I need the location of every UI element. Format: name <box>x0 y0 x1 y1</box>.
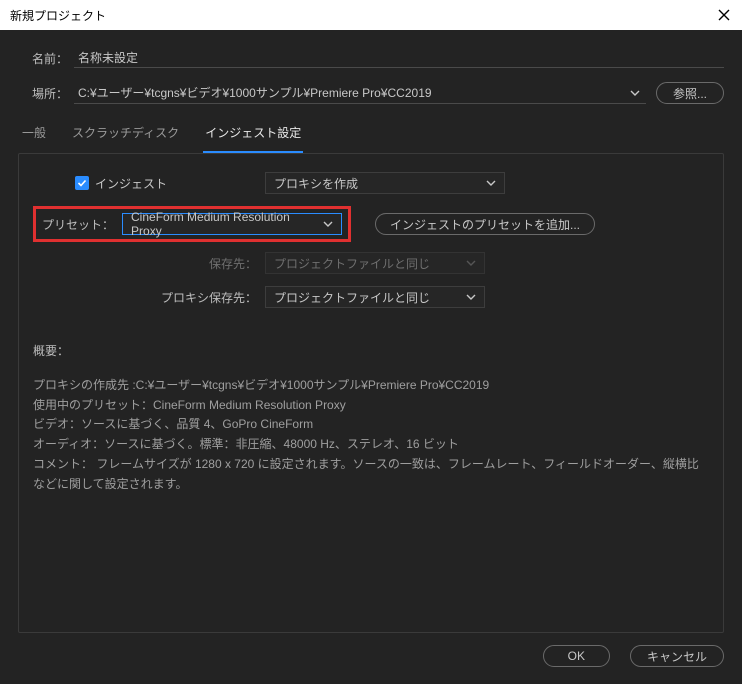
add-ingest-preset-button[interactable]: インジェストのプリセットを追加... <box>375 213 595 235</box>
proxy-save-to-value: プロジェクトファイルと同じ <box>274 289 430 306</box>
browse-button[interactable]: 参照... <box>656 82 724 104</box>
ok-button[interactable]: OK <box>543 645 610 667</box>
name-input[interactable] <box>74 48 724 68</box>
summary-line: ビデオ：ソースに基づく、品質 4、GoPro CineForm <box>33 415 709 435</box>
ingest-checkbox-label: インジェスト <box>95 175 167 192</box>
proxy-save-to-dropdown[interactable]: プロジェクトファイルと同じ <box>265 286 485 308</box>
ingest-action-dropdown[interactable]: プロキシを作成 <box>265 172 505 194</box>
preset-label: プリセット： <box>42 216 122 233</box>
name-row: 名前： <box>18 48 724 68</box>
chevron-down-icon <box>630 88 640 98</box>
summary-block: 概要： プロキシの作成先 :C:¥ユーザー¥tcgns¥ビデオ¥1000サンプル… <box>33 342 709 495</box>
name-label: 名前： <box>18 50 68 67</box>
cancel-button[interactable]: キャンセル <box>630 645 724 667</box>
proxy-save-to-label: プロキシ保存先： <box>33 289 265 306</box>
summary-line: オーディオ：ソースに基づく。標準：非圧縮、48000 Hz、ステレオ、16 ビッ… <box>33 435 709 455</box>
location-label: 場所： <box>18 85 68 102</box>
chevron-down-icon <box>466 258 476 268</box>
tab-scratch-disks[interactable]: スクラッチディスク <box>70 118 181 153</box>
window-title: 新規プロジェクト <box>10 7 106 24</box>
close-icon[interactable] <box>714 5 734 25</box>
tab-ingest-settings[interactable]: インジェスト設定 <box>203 118 303 153</box>
save-to-value: プロジェクトファイルと同じ <box>274 255 430 272</box>
ingest-checkbox[interactable] <box>75 176 89 190</box>
location-dropdown[interactable]: C:¥ユーザー¥tcgns¥ビデオ¥1000サンプル¥Premiere Pro¥… <box>74 82 646 104</box>
preset-dropdown[interactable]: CineForm Medium Resolution Proxy <box>122 213 342 235</box>
tab-general[interactable]: 一般 <box>20 118 48 153</box>
save-to-dropdown: プロジェクトファイルと同じ <box>265 252 485 274</box>
chevron-down-icon <box>486 178 496 188</box>
preset-highlight-box: プリセット： CineForm Medium Resolution Proxy <box>33 206 351 242</box>
ingest-row: インジェスト プロキシを作成 <box>33 172 709 194</box>
preset-row: プリセット： CineForm Medium Resolution Proxy … <box>33 206 709 242</box>
location-row: 場所： C:¥ユーザー¥tcgns¥ビデオ¥1000サンプル¥Premiere … <box>18 82 724 104</box>
dialog-footer: OK キャンセル <box>0 633 742 679</box>
ingest-panel: インジェスト プロキシを作成 プリセット： CineForm Medium Re… <box>18 153 724 633</box>
proxy-save-to-row: プロキシ保存先： プロジェクトファイルと同じ <box>33 286 709 308</box>
save-to-label: 保存先： <box>33 255 265 272</box>
chevron-down-icon <box>323 219 333 229</box>
summary-line: コメント： フレームサイズが 1280 x 720 に設定されます。ソースの一致… <box>33 455 709 495</box>
titlebar: 新規プロジェクト <box>0 0 742 30</box>
tabs: 一般 スクラッチディスク インジェスト設定 <box>18 118 724 153</box>
summary-line: プロキシの作成先 :C:¥ユーザー¥tcgns¥ビデオ¥1000サンプル¥Pre… <box>33 376 709 396</box>
location-value: C:¥ユーザー¥tcgns¥ビデオ¥1000サンプル¥Premiere Pro¥… <box>78 84 432 101</box>
preset-value: CineForm Medium Resolution Proxy <box>131 210 323 238</box>
save-to-row: 保存先： プロジェクトファイルと同じ <box>33 252 709 274</box>
chevron-down-icon <box>466 292 476 302</box>
summary-line: 使用中のプリセット：CineForm Medium Resolution Pro… <box>33 396 709 416</box>
summary-heading: 概要： <box>33 342 709 362</box>
ingest-action-value: プロキシを作成 <box>274 175 358 192</box>
